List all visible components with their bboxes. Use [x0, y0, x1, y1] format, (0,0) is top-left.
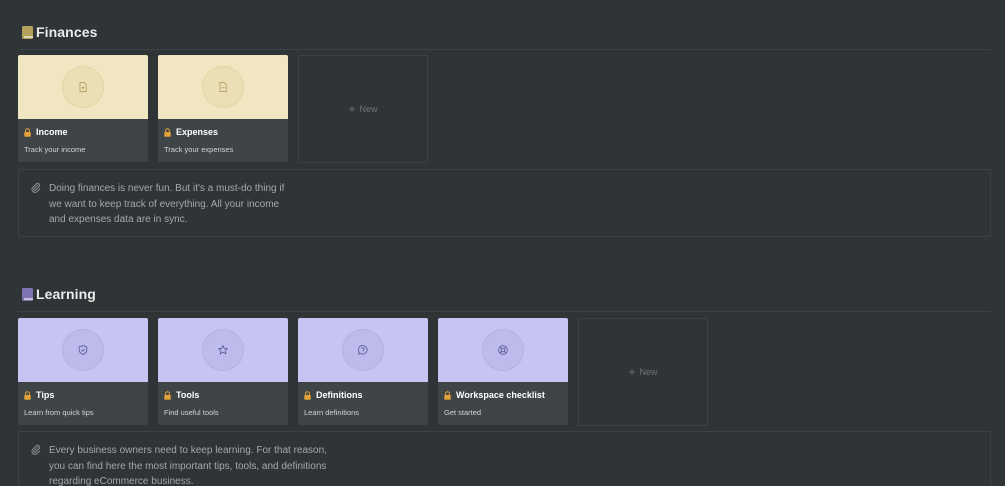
card-income[interactable]: Income Track your income [18, 55, 148, 162]
card-subtitle: Track your expenses [164, 145, 234, 154]
learning-heading: Learning [18, 283, 991, 312]
card-title: Tools [176, 390, 200, 400]
card-title: Definitions [316, 390, 363, 400]
learning-section: Learning [18, 283, 991, 312]
purple-book-icon [22, 287, 33, 301]
lock-icon [164, 127, 171, 137]
callout-text: Every business owners need to keep learn… [49, 445, 327, 486]
finances-heading: Finances [18, 21, 991, 50]
card-cover [158, 55, 288, 119]
lock-icon [444, 390, 451, 400]
card-cover [298, 318, 428, 382]
learning-gallery: Tips Learn from quick tips Tools Find us… [18, 318, 708, 426]
lock-icon [304, 390, 311, 400]
new-card-button[interactable]: + New [578, 318, 708, 426]
card-definitions[interactable]: Definitions Learn definitions [298, 318, 428, 425]
callout-text: Doing finances is never fun. But it's a … [49, 183, 285, 225]
yellow-book-icon [22, 25, 33, 39]
card-cover [158, 318, 288, 382]
new-label: New [639, 367, 658, 377]
finances-callout: Doing finances is never fun. But it's a … [18, 169, 991, 237]
lock-icon [164, 390, 171, 400]
card-title: Income [36, 127, 68, 137]
card-workspace-checklist[interactable]: Workspace checklist Get started [438, 318, 568, 425]
card-subtitle: Learn definitions [304, 408, 360, 417]
card-cover [438, 318, 568, 382]
card-title: Workspace checklist [456, 390, 545, 400]
card-tools[interactable]: Tools Find useful tools [158, 318, 288, 425]
plus-icon: + [348, 102, 356, 116]
cover-circle [63, 67, 103, 107]
card-subtitle: Find useful tools [164, 408, 219, 417]
card-tips[interactable]: Tips Learn from quick tips [18, 318, 148, 425]
cover-circle [203, 67, 243, 107]
learning-callout: Every business owners need to keep learn… [18, 431, 991, 486]
card-title: Expenses [176, 127, 219, 137]
card-title: Tips [36, 390, 55, 400]
cover-circle [63, 330, 103, 370]
learning-title: Learning [36, 286, 96, 302]
workspace-page: Finances Income Track your income Expens… [0, 0, 1005, 486]
card-cover [18, 55, 148, 119]
paperclip-icon [31, 182, 41, 193]
lock-icon [24, 390, 31, 400]
card-expenses[interactable]: Expenses Track your expenses [158, 55, 288, 162]
star-icon [218, 345, 228, 355]
card-subtitle: Learn from quick tips [24, 408, 94, 417]
cover-circle [203, 330, 243, 370]
finances-title: Finances [36, 24, 98, 40]
finances-section: Finances [18, 21, 991, 50]
cover-circle [483, 330, 523, 370]
question-chat-icon [358, 345, 368, 356]
lifebuoy-icon [498, 345, 508, 355]
lock-icon [24, 127, 31, 137]
file-minus-icon [219, 82, 227, 92]
card-subtitle: Track your income [24, 145, 86, 154]
card-cover [18, 318, 148, 382]
file-plus-icon [79, 82, 87, 92]
paperclip-icon [31, 444, 41, 455]
cover-circle [343, 330, 383, 370]
new-card-button[interactable]: + New [298, 55, 428, 163]
plus-icon: + [628, 365, 636, 379]
finances-gallery: Income Track your income Expenses Track … [18, 55, 428, 163]
shield-icon [78, 345, 88, 355]
card-subtitle: Get started [444, 408, 482, 417]
new-label: New [359, 104, 378, 114]
